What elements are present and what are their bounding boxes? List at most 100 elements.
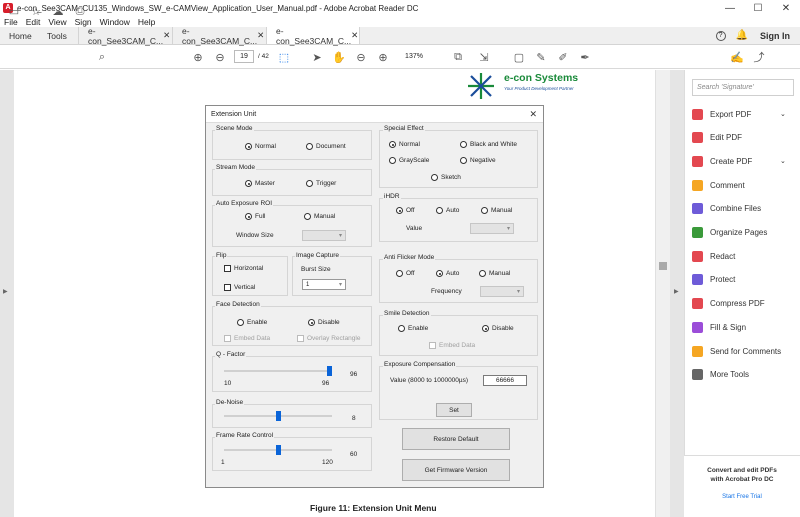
tool-label: Send for Comments <box>710 346 782 356</box>
smile-embed-checkbox[interactable]: Embed Data <box>429 342 475 349</box>
flip-vertical-checkbox[interactable]: Vertical <box>224 284 255 291</box>
q-factor-slider-thumb[interactable] <box>327 366 333 376</box>
comment-icon[interactable]: ▢ <box>512 49 526 65</box>
search-icon[interactable]: ⌕ <box>94 49 110 65</box>
tool-combine-files[interactable]: Combine Files <box>692 202 761 216</box>
hand-icon[interactable]: ✋ <box>332 49 346 65</box>
zoom-out-icon[interactable]: ⊖ <box>354 49 368 65</box>
tool-comment[interactable]: Comment <box>692 178 745 192</box>
effect-bw-radio[interactable]: Black and White <box>460 141 517 148</box>
tab-doc-2[interactable]: e-con_See3CAM_C... ✕ <box>172 26 266 46</box>
zoom-level[interactable]: 137% <box>400 50 428 63</box>
scroll-mode-icon[interactable]: ⇲ <box>476 49 492 65</box>
scene-document-radio[interactable]: Document <box>306 143 346 150</box>
face-overlay-checkbox[interactable]: Overlay Rectangle <box>297 335 360 342</box>
tool-protect[interactable]: Protect <box>692 273 735 287</box>
share-icon[interactable]: ⤴ <box>752 49 766 65</box>
burst-size-select[interactable]: 1 ▾ <box>302 279 346 290</box>
face-embed-checkbox[interactable]: Embed Data <box>224 335 270 342</box>
close-window-button[interactable]: ✕ <box>772 0 800 16</box>
flicker-auto-radio[interactable]: Auto <box>436 270 459 277</box>
smile-enable-radio[interactable]: Enable <box>398 325 428 332</box>
flip-horizontal-checkbox[interactable]: Horizontal <box>224 265 263 272</box>
scrollbar-thumb[interactable] <box>659 262 667 270</box>
face-enable-radio[interactable]: Enable <box>237 319 267 326</box>
effect-normal-radio[interactable]: Normal <box>389 141 420 148</box>
tool-compress-pdf[interactable]: Compress PDF <box>692 297 765 311</box>
close-icon[interactable]: ✕ <box>163 30 170 41</box>
vertical-scrollbar[interactable] <box>655 70 670 517</box>
page-down-icon[interactable]: ⊖ <box>212 49 228 65</box>
effect-sketch-radio[interactable]: Sketch <box>431 174 461 181</box>
window-size-select[interactable]: ▾ <box>302 230 346 241</box>
upload-cloud-icon[interactable]: ☁ <box>50 3 66 19</box>
highlight-icon[interactable]: ✎ <box>534 49 548 65</box>
right-panel-toggle-icon[interactable]: ▶ <box>674 288 679 295</box>
start-trial-link[interactable]: Start Free Trial <box>684 494 800 500</box>
effect-grayscale-radio[interactable]: GrayScale <box>389 157 429 164</box>
chevron-down-icon[interactable]: ⌄ <box>780 110 786 118</box>
ihdr-manual-radio[interactable]: Manual <box>481 207 512 214</box>
tool-more-tools[interactable]: More Tools <box>692 368 749 382</box>
chevron-down-icon[interactable]: ⌄ <box>780 157 786 165</box>
face-disable-radio[interactable]: Disable <box>308 319 340 326</box>
smile-disable-radio[interactable]: Disable <box>482 325 514 332</box>
save-icon[interactable]: ▭ <box>6 3 22 19</box>
checkbox-icon <box>297 335 304 342</box>
set-button[interactable]: Set <box>436 403 472 417</box>
tool-label: Create PDF <box>710 156 753 166</box>
page-up-icon[interactable]: ⊕ <box>190 49 206 65</box>
marquee-zoom-icon[interactable]: ⧉ <box>450 49 466 65</box>
zoom-in-icon[interactable]: ⊕ <box>376 49 390 65</box>
tab-doc-3[interactable]: e-con_See3CAM_C... ✕ <box>266 26 360 46</box>
tab-home[interactable]: Home <box>0 27 38 44</box>
option-label: Vertical <box>234 284 256 291</box>
fit-page-icon[interactable]: ⬚ <box>276 49 292 65</box>
tool-export-pdf[interactable]: Export PDF ⌄ <box>692 107 786 121</box>
tool-create-pdf[interactable]: Create PDF ⌄ <box>692 154 786 168</box>
star-icon[interactable]: ☆ <box>28 3 44 19</box>
frequency-select[interactable]: ▾ <box>480 286 524 297</box>
close-icon[interactable]: ✕ <box>257 30 264 41</box>
help-icon[interactable]: ? <box>715 30 726 41</box>
q-factor-slider-track[interactable] <box>224 370 332 372</box>
restore-default-button[interactable]: Restore Default <box>402 428 510 450</box>
tab-tools[interactable]: Tools <box>38 27 78 44</box>
burst-size-value: 1 <box>306 281 310 288</box>
sign-in-button[interactable]: Sign In <box>760 31 790 41</box>
bell-icon[interactable]: 🔔 <box>736 30 748 41</box>
left-panel-toggle-icon[interactable]: ▶ <box>3 288 8 295</box>
stream-trigger-radio[interactable]: Trigger <box>306 180 336 187</box>
stream-master-radio[interactable]: Master <box>245 180 275 187</box>
tools-search-input[interactable]: Search 'Signature' <box>692 79 794 96</box>
exposure-value-input[interactable]: 66666 <box>483 375 527 386</box>
cursor-icon[interactable]: ➤ <box>310 49 324 65</box>
ae-full-radio[interactable]: Full <box>245 213 265 220</box>
ihdr-off-radio[interactable]: Off <box>396 207 415 214</box>
ihdr-auto-radio[interactable]: Auto <box>436 207 459 214</box>
tool-organize-pages[interactable]: Organize Pages <box>692 226 767 240</box>
flicker-manual-radio[interactable]: Manual <box>479 270 510 277</box>
scene-normal-radio[interactable]: Normal <box>245 143 276 150</box>
tool-send-for-comments[interactable]: Send for Comments <box>692 344 781 358</box>
sign-icon[interactable]: ✒ <box>578 49 592 65</box>
flicker-off-radio[interactable]: Off <box>396 270 415 277</box>
minimize-button[interactable]: — <box>716 0 744 16</box>
ae-manual-radio[interactable]: Manual <box>304 213 335 220</box>
denoise-slider-thumb[interactable] <box>275 411 281 421</box>
effect-negative-radio[interactable]: Negative <box>460 157 496 164</box>
tool-fill-sign[interactable]: Fill & Sign <box>692 320 746 334</box>
fill-sign-icon[interactable]: ✍ <box>730 49 744 65</box>
dialog-close-icon[interactable]: ✕ <box>529 109 537 120</box>
tab-doc-1[interactable]: e-con_See3CAM_C... ✕ <box>78 26 172 46</box>
frame-rate-slider-thumb[interactable] <box>275 445 281 455</box>
page-number-input[interactable]: 19 <box>234 50 254 63</box>
get-firmware-button[interactable]: Get Firmware Version <box>402 459 510 481</box>
maximize-button[interactable]: ☐ <box>744 0 772 16</box>
draw-icon[interactable]: ✐ <box>556 49 570 65</box>
tool-redact[interactable]: Redact <box>692 249 735 263</box>
ihdr-value-select[interactable]: ▾ <box>470 223 514 234</box>
close-icon[interactable]: ✕ <box>351 30 358 41</box>
print-icon[interactable]: ⎙ <box>72 3 88 19</box>
tool-edit-pdf[interactable]: Edit PDF <box>692 131 742 145</box>
